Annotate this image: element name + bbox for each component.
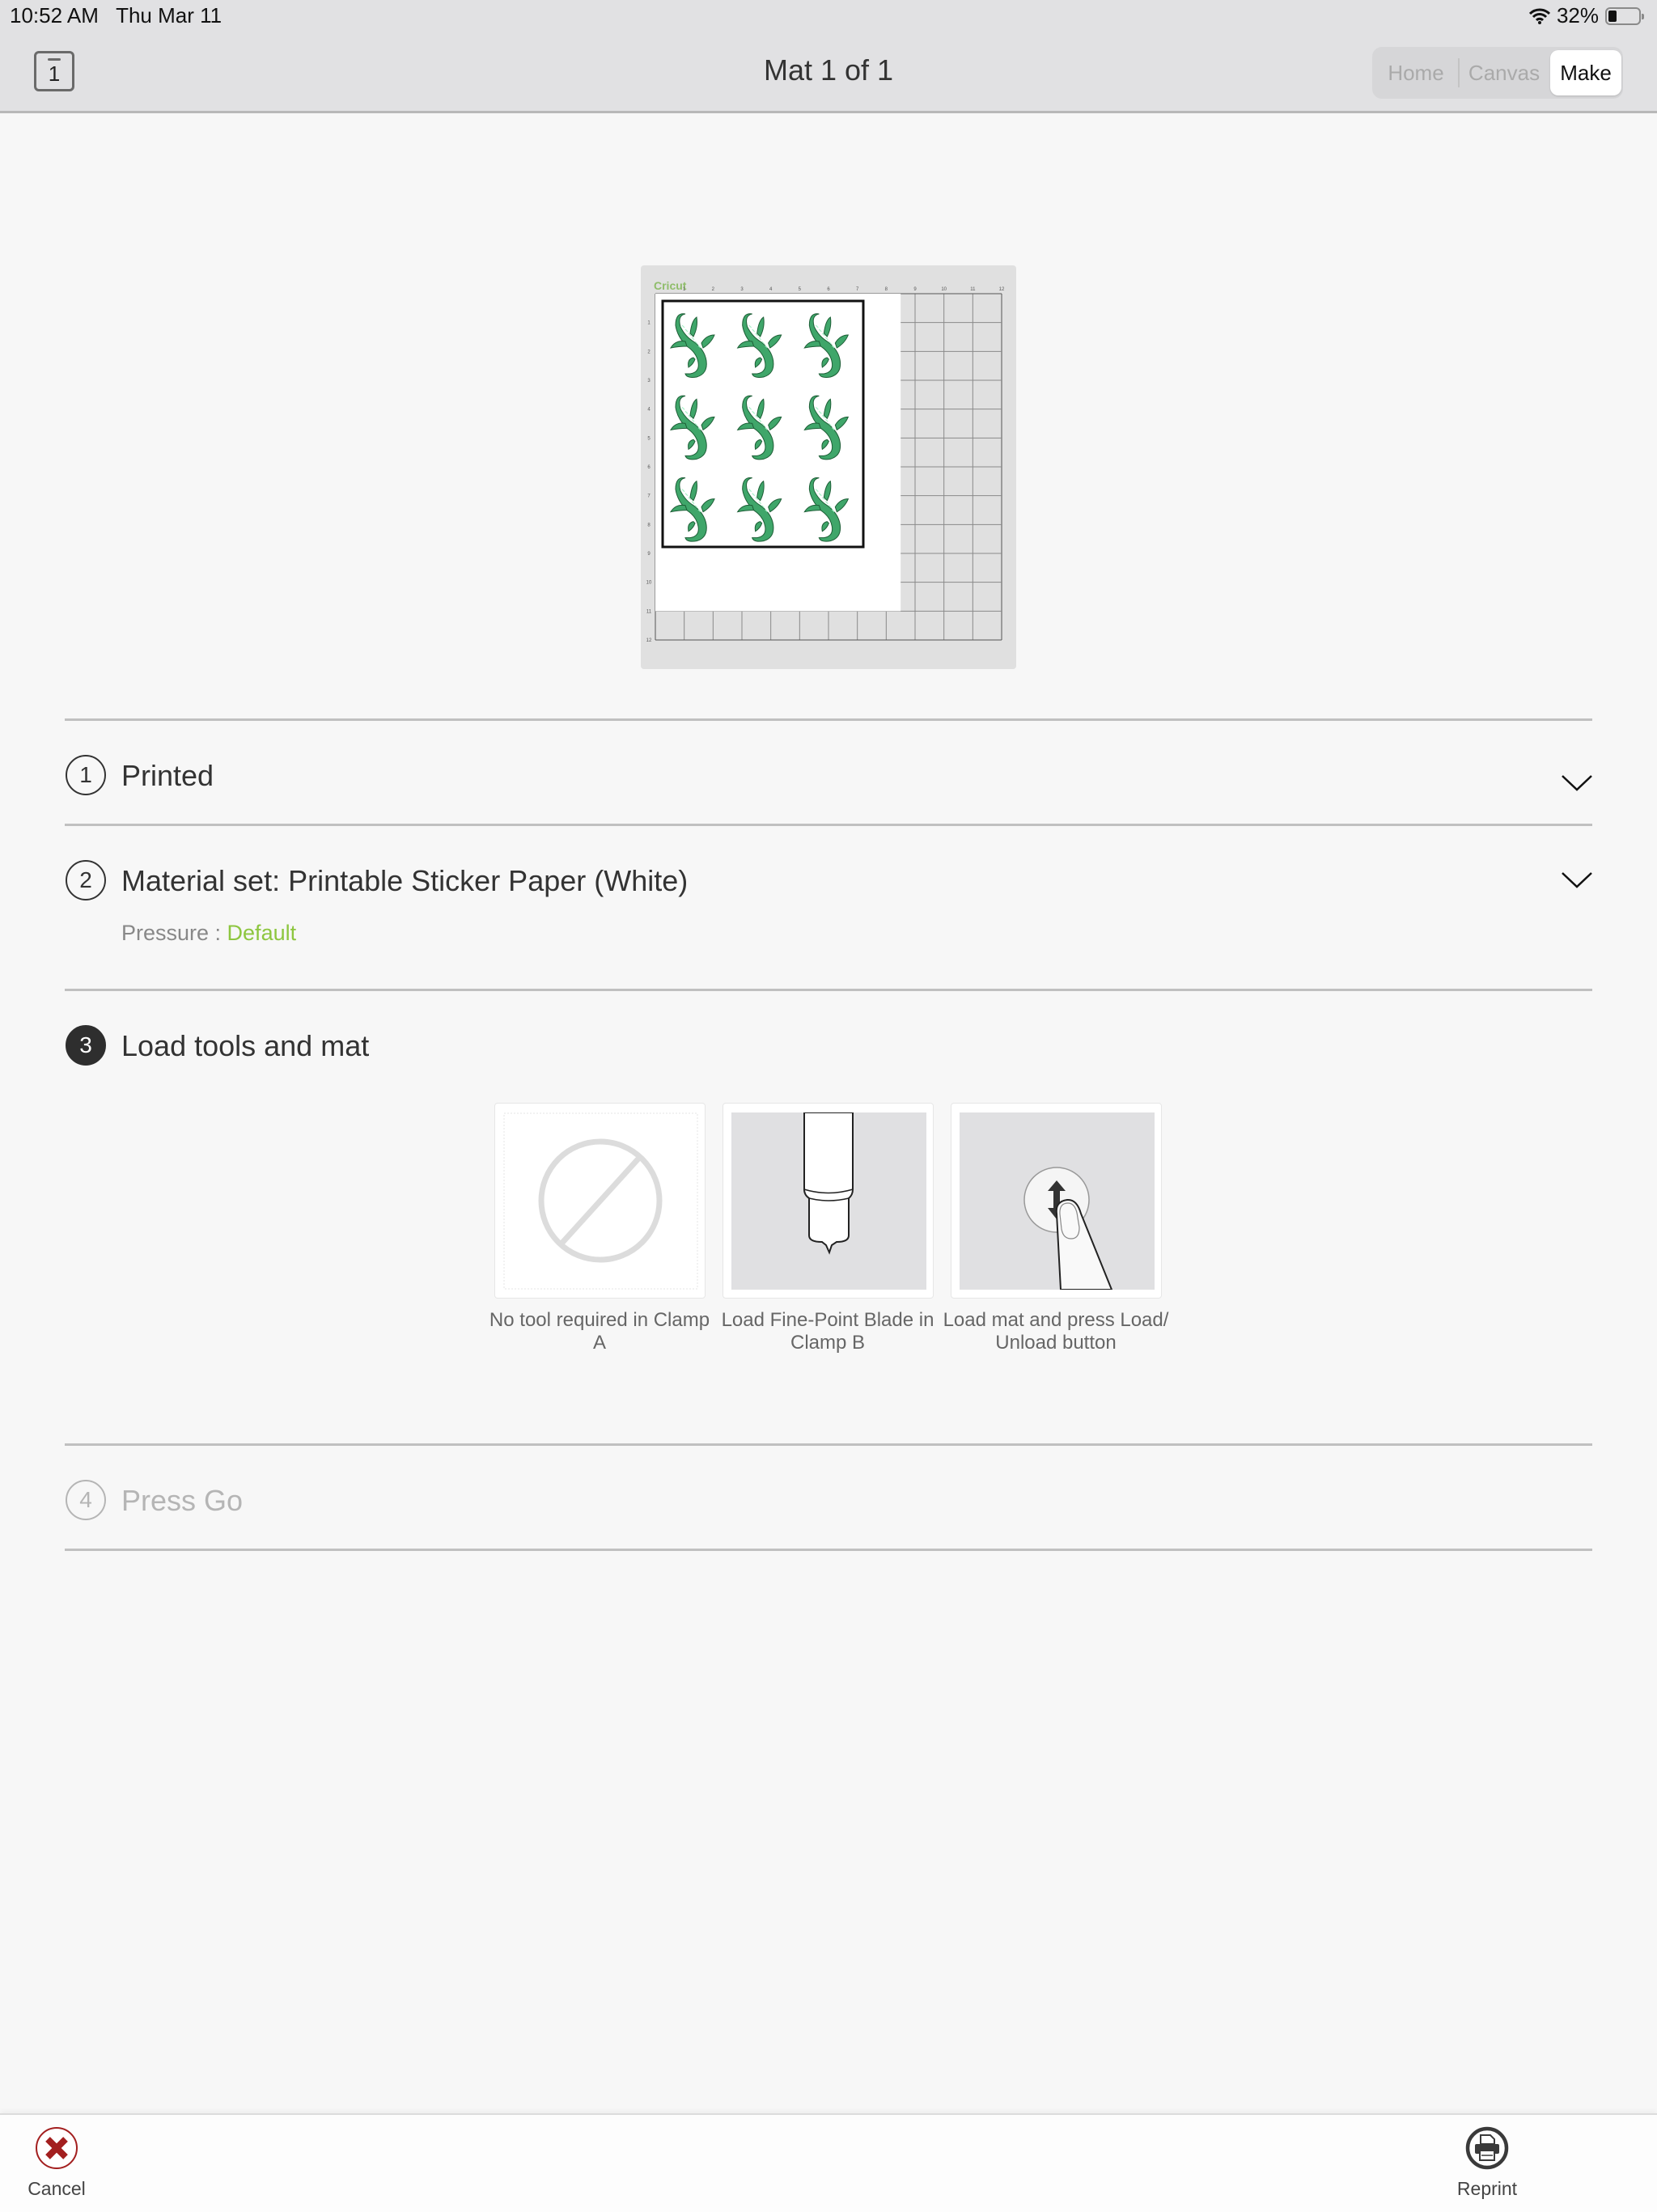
reprint-label: Reprint [1456, 2178, 1518, 2199]
ruler-tick-label: 5 [647, 436, 651, 441]
battery-percent: 32% [1556, 3, 1599, 28]
nav-segmented-control: Home Canvas Make [1372, 47, 1623, 99]
pressure-label: Pressure : [121, 921, 227, 945]
ruler-tick-label: 5 [799, 287, 802, 292]
battery-icon [1605, 6, 1644, 25]
ruler-tick-label: 11 [970, 287, 976, 292]
ruler-tick-label: 8 [647, 523, 651, 528]
cancel-x-icon [36, 2127, 78, 2169]
ruler-tick-label: 6 [647, 465, 651, 470]
pressure-value[interactable]: Default [227, 921, 297, 945]
step-number-badge: 1 [66, 755, 106, 795]
chevron-down-icon[interactable] [1561, 773, 1593, 793]
cancel-button[interactable]: Cancel [8, 2126, 105, 2200]
divider [65, 1549, 1592, 1551]
printer-icon [1465, 2126, 1509, 2170]
tab-canvas[interactable]: Canvas [1460, 50, 1549, 95]
top-header: 10:52 AM Thu Mar 11 32% 1 Mat 1 of 1 Hom… [0, 0, 1657, 113]
mat-preview-canvas: Cricut 1 2 3 4 5 6 7 8 9 10 11 12123456789101112 [646, 279, 1005, 643]
status-indicators: 32% [1528, 3, 1644, 28]
status-time: 10:52 AM [10, 3, 99, 28]
tab-home[interactable]: Home [1374, 58, 1460, 87]
divider [65, 824, 1592, 826]
step-number-badge: 3 [66, 1025, 106, 1066]
ruler-tick-label: 10 [646, 581, 652, 586]
step-4-title: Press Go [121, 1484, 244, 1517]
ruler-tick-label: 1 [647, 321, 651, 326]
ruler-tick-label: 8 [885, 287, 888, 292]
pressure-setting[interactable]: Pressure : Default [121, 921, 296, 946]
status-date: Thu Mar 11 [116, 3, 222, 28]
bottom-action-bar: Cancel Reprint [0, 2113, 1657, 2212]
ruler-tick-label: 3 [740, 287, 744, 292]
status-time-date: 10:52 AM Thu Mar 11 [10, 3, 222, 28]
step-number-badge: 4 [66, 1480, 106, 1520]
fine-point-blade-icon [731, 1112, 926, 1290]
wifi-icon [1528, 8, 1550, 24]
ruler-tick-label: 4 [647, 408, 651, 413]
divider [65, 1443, 1592, 1446]
no-tool-icon [503, 1112, 698, 1290]
ruler-tick-label: 2 [647, 350, 651, 354]
tool-caption-clamp-b: Load Fine-Point Blade in Clamp B [721, 1309, 934, 1354]
ruler-tick-label: 6 [827, 287, 830, 292]
step-3-title: Load tools and mat [121, 1029, 370, 1062]
ruler-tick-label: 7 [647, 494, 651, 499]
cancel-label: Cancel [28, 2178, 86, 2199]
tool-caption-clamp-a: No tool required in Clamp A [489, 1309, 710, 1354]
reprint-button[interactable]: Reprint [1439, 2126, 1536, 2200]
divider [65, 989, 1592, 991]
tool-card-load-mat [951, 1103, 1162, 1299]
ruler-tick-label: 10 [941, 287, 947, 292]
chevron-down-icon[interactable] [1561, 871, 1593, 890]
ruler-tick-label: 4 [769, 287, 773, 292]
tool-card-clamp-b [723, 1103, 934, 1299]
load-unload-button-icon [960, 1112, 1155, 1290]
step-1-title: Printed [121, 759, 214, 792]
step-number-badge: 2 [66, 860, 106, 900]
ruler-tick-label: 2 [712, 287, 715, 292]
tab-make[interactable]: Make [1550, 50, 1621, 95]
ruler-tick-label: 11 [646, 609, 652, 614]
ruler-tick-label: 7 [856, 287, 859, 292]
ruler-tick-label: 12 [999, 287, 1005, 292]
divider [65, 718, 1592, 721]
tool-card-clamp-a [494, 1103, 706, 1299]
ruler-tick-label: 12 [646, 638, 652, 643]
mat-preview[interactable]: Cricut 1 2 3 4 5 6 7 8 9 10 11 12 1 2 3 4 5 6 7 8 9 10 11 12 [641, 265, 1016, 669]
ruler-tick-label: 3 [647, 379, 651, 383]
ruler-tick-label: 9 [647, 552, 651, 557]
step-2-title: Material set: Printable Sticker Paper (W… [121, 864, 689, 897]
ruler-tick-label: 9 [913, 287, 917, 292]
tool-caption-load-mat: Load mat and press Load/ Unload button [943, 1309, 1169, 1354]
cricut-logo: Cricut [654, 279, 687, 292]
